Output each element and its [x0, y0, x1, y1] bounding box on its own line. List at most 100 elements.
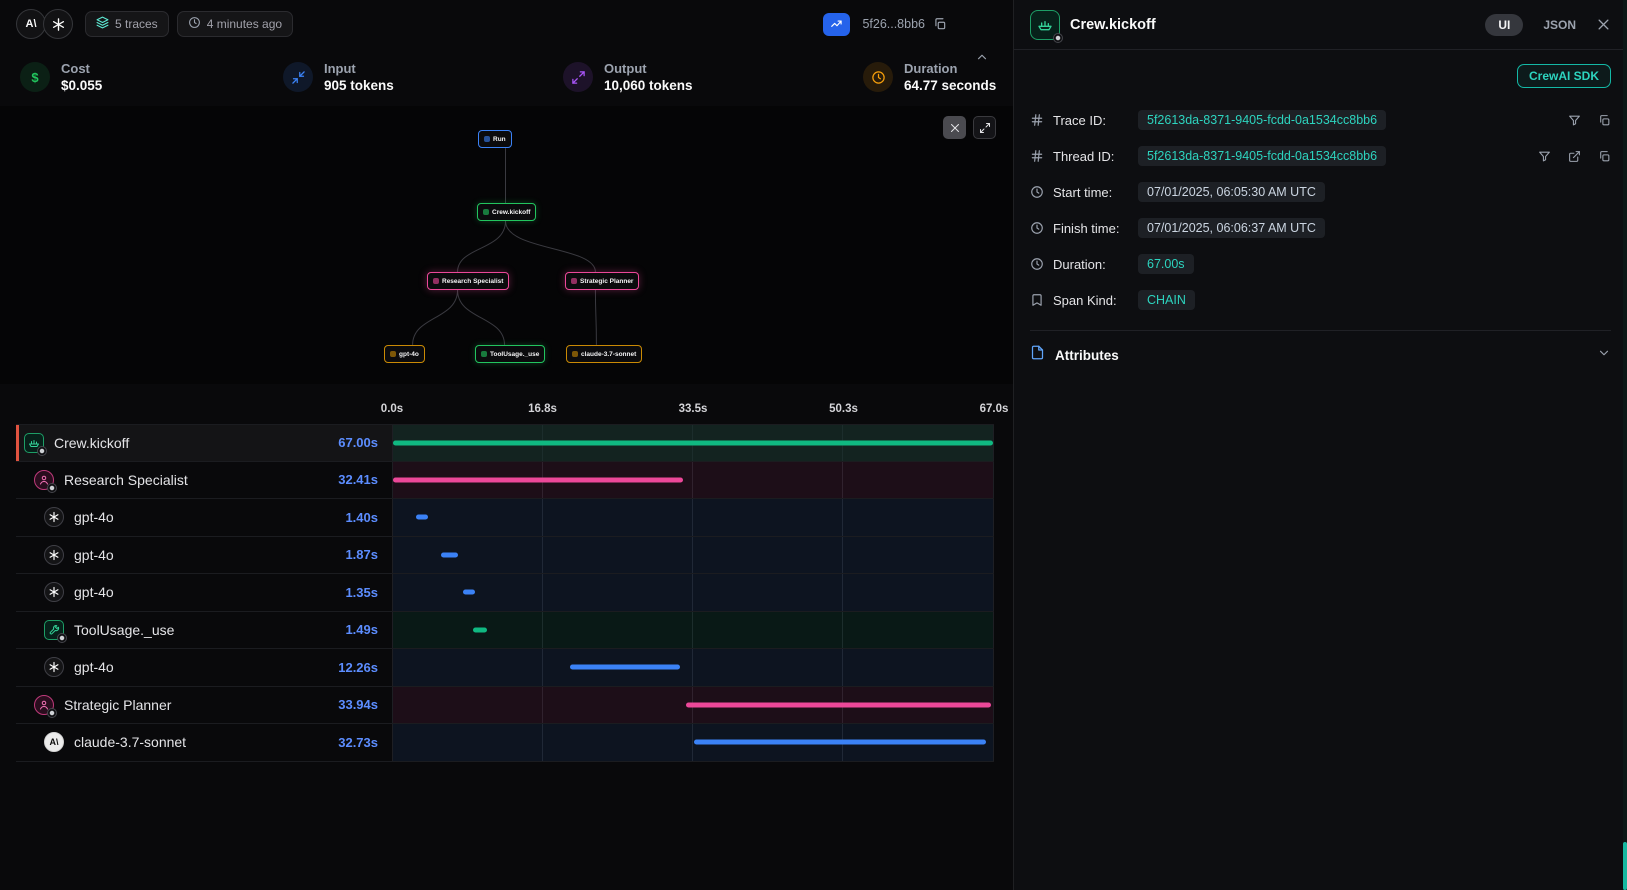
collapse-stats-chevron-icon[interactable]: [975, 50, 989, 69]
span-bar[interactable]: [393, 440, 993, 445]
trace-age-badge: 4 minutes ago: [177, 11, 293, 37]
span-timeline-cell: [392, 649, 994, 686]
axis-tick: 50.3s: [829, 403, 858, 415]
detail-field-span-kind: Span Kind:CHAIN: [1030, 282, 1611, 318]
span-label-cell: gpt-4o12.26s: [16, 649, 392, 686]
traces-count-badge[interactable]: 5 traces: [85, 11, 169, 37]
waterfall-rows: Crew.kickoff67.00s Research Specialist 32.…: [16, 424, 994, 762]
filter-icon[interactable]: [1538, 150, 1551, 163]
waterfall-row-research-specialist[interactable]: Research Specialist 32.41s: [16, 462, 994, 500]
file-chart-icon: [1030, 345, 1045, 365]
span-bar[interactable]: [463, 590, 475, 595]
field-value: 5f2613da-8371-9405-fcdd-0a1534cc8bb6: [1138, 146, 1386, 166]
openai-logo-icon: [43, 9, 73, 39]
span-timeline-cell: [392, 687, 994, 724]
tab-ui[interactable]: UI: [1485, 14, 1523, 36]
span-name: Crew.kickoff: [54, 435, 328, 451]
waterfall-row-crew-kickoff[interactable]: Crew.kickoff67.00s: [16, 424, 994, 462]
graph-node-run[interactable]: Run: [478, 130, 512, 148]
span-name: ToolUsage._use: [74, 622, 335, 638]
waterfall-row-strategic-planner[interactable]: Strategic Planner33.94s: [16, 687, 994, 725]
graph-node-claude[interactable]: claude-3.7-sonnet: [566, 345, 642, 363]
span-detail-panel: Crew.kickoff UI JSON CrewAI SDK Trace ID…: [1014, 0, 1627, 890]
graph-node-research-specialist[interactable]: Research Specialist: [427, 272, 509, 290]
trace-graph-panel[interactable]: Run Crew.kickoff Research Specialist Str…: [0, 106, 1013, 384]
agent-icon: [34, 695, 54, 715]
filter-icon[interactable]: [1568, 114, 1581, 127]
openai-icon: [44, 657, 64, 677]
detail-field-finish-time: Finish time:07/01/2025, 06:06:37 AM UTC: [1030, 210, 1611, 246]
span-bar[interactable]: [570, 665, 680, 670]
span-name: gpt-4o: [74, 584, 335, 600]
field-value: 07/01/2025, 06:06:37 AM UTC: [1138, 218, 1325, 238]
span-duration: 33.94s: [338, 697, 378, 712]
openai-icon: [44, 507, 64, 527]
trace-main-pane: A\ 5 traces 4 minutes ago 5f26...8bb6: [0, 0, 1014, 890]
graph-node-gpt-4o[interactable]: gpt-4o: [384, 345, 425, 363]
trace-topbar: A\ 5 traces 4 minutes ago 5f26...8bb6: [0, 0, 1013, 48]
stats-bar: $ Cost $0.055 Input 905 tokens: [0, 48, 1013, 106]
waterfall-row-gpt-4o[interactable]: gpt-4o12.26s: [16, 649, 994, 687]
span-bar[interactable]: [416, 515, 429, 520]
attributes-section-toggle[interactable]: Attributes: [1030, 330, 1611, 365]
span-bar[interactable]: [694, 740, 987, 745]
trace-metrics-button[interactable]: [823, 13, 850, 36]
span-bar[interactable]: [393, 477, 683, 482]
agentops-badge-icon: [47, 708, 57, 718]
panel-close-icon[interactable]: [1596, 17, 1611, 32]
sdk-badge: CrewAI SDK: [1517, 64, 1611, 88]
waterfall-row-claude-3-7-sonnet[interactable]: A\claude-3.7-sonnet32.73s: [16, 724, 994, 762]
close-icon: [949, 122, 961, 134]
panel-scrollbar[interactable]: [1623, 0, 1627, 890]
tab-json[interactable]: JSON: [1543, 18, 1576, 32]
span-timeline-cell: [392, 574, 994, 611]
span-bar[interactable]: [441, 552, 458, 557]
span-label-cell: gpt-4o1.87s: [16, 537, 392, 574]
axis-tick: 16.8s: [528, 403, 557, 415]
span-name: gpt-4o: [74, 659, 328, 675]
crew-icon: [1030, 10, 1060, 40]
clock-icon: [1030, 257, 1044, 271]
graph-node-strategic-planner[interactable]: Strategic Planner: [565, 272, 639, 290]
waterfall-row-gpt-4o[interactable]: gpt-4o1.40s: [16, 499, 994, 537]
stat-output: Output 10,060 tokens: [563, 61, 863, 93]
external-icon[interactable]: [1568, 150, 1581, 163]
traces-count-label: 5 traces: [115, 17, 158, 31]
hash-icon: [1030, 113, 1044, 127]
graph-expand-button[interactable]: [973, 116, 996, 139]
span-duration: 1.35s: [345, 585, 378, 600]
span-label-cell: ToolUsage._use1.49s: [16, 612, 392, 649]
agentops-badge-icon: [1053, 33, 1063, 43]
stat-cost-value: $0.055: [61, 78, 102, 93]
waterfall-row-toolusage-use[interactable]: ToolUsage._use1.49s: [16, 612, 994, 650]
agentops-badge-icon: [37, 446, 47, 456]
span-detail-body: CrewAI SDK Trace ID:5f2613da-8371-9405-f…: [1014, 50, 1627, 379]
openai-icon: [44, 582, 64, 602]
copy-trace-id-icon[interactable]: [933, 17, 947, 31]
waterfall-row-gpt-4o[interactable]: gpt-4o1.87s: [16, 537, 994, 575]
graph-close-button[interactable]: [943, 116, 966, 139]
openai-icon: [44, 545, 64, 565]
span-duration: 32.41s: [338, 472, 378, 487]
stat-cost-label: Cost: [61, 61, 102, 76]
field-value: 5f2613da-8371-9405-fcdd-0a1534cc8bb6: [1138, 110, 1386, 130]
graph-node-crew-kickoff[interactable]: Crew.kickoff: [477, 203, 536, 221]
span-name: gpt-4o: [74, 547, 335, 563]
span-bar[interactable]: [686, 702, 990, 707]
waterfall-time-axis: 0.0s16.8s33.5s50.3s67.0s: [392, 384, 994, 424]
trending-up-icon: [830, 17, 844, 31]
waterfall-row-gpt-4o[interactable]: gpt-4o 1.35s: [16, 574, 994, 612]
stat-input-label: Input: [324, 61, 394, 76]
span-detail-header: Crew.kickoff UI JSON: [1014, 0, 1627, 50]
clock-icon: [1030, 221, 1044, 235]
span-name: Research Specialist: [64, 472, 328, 488]
clock-icon: [188, 16, 201, 32]
span-bar[interactable]: [473, 627, 486, 632]
span-label-cell: gpt-4o 1.35s: [16, 574, 392, 611]
axis-tick: 33.5s: [679, 403, 708, 415]
stat-output-value: 10,060 tokens: [604, 78, 693, 93]
graph-node-toolusage[interactable]: ToolUsage._use: [475, 345, 545, 363]
span-timeline-cell: [392, 462, 994, 499]
copy-icon[interactable]: [1598, 114, 1611, 127]
copy-icon[interactable]: [1598, 150, 1611, 163]
